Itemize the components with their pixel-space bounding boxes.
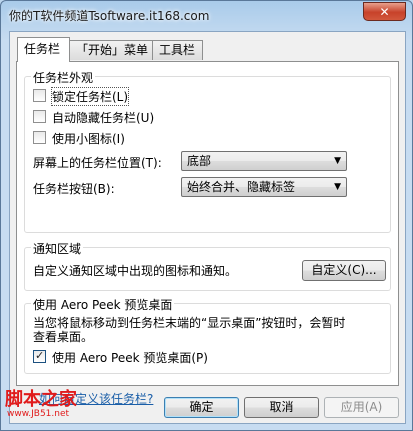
cancel-button[interactable]: 取消 — [244, 397, 319, 418]
taskbar-buttons-select[interactable]: 始终合并、隐藏标签 ▼ — [181, 177, 347, 197]
customize-button[interactable]: 自定义(C)... — [302, 260, 386, 281]
window-title: 你的T软件频道Tsoftware.it168.com — [9, 9, 210, 23]
aero-peek-label[interactable]: 使用 Aero Peek 预览桌面(P) — [52, 349, 208, 366]
dialog-client-area: 任务栏 「开始」菜单 工具栏 任务栏外观 锁定任务栏(L) 自动隐藏任务栏(U)… — [9, 31, 406, 424]
tab-toolbars-label: 工具栏 — [159, 43, 196, 57]
watermark-logo: 脚本之家 — [5, 389, 77, 410]
auto-hide-label[interactable]: 自动隐藏任务栏(U) — [52, 109, 154, 126]
apply-button[interactable]: 应用(A) — [324, 397, 399, 418]
taskbar-appearance-group: 任务栏外观 锁定任务栏(L) 自动隐藏任务栏(U) 使用小图标(I) 屏幕上的任… — [24, 69, 391, 233]
location-label: 屏幕上的任务栏位置(T): — [33, 156, 162, 170]
taskbar-location-value: 底部 — [187, 154, 212, 168]
lock-taskbar-label[interactable]: 锁定任务栏(L) — [50, 87, 130, 106]
taskbar-buttons-label: 任务栏按钮(B): — [33, 182, 115, 196]
auto-hide-checkbox[interactable] — [33, 110, 46, 123]
group-title-aero-peek: 使用 Aero Peek 预览桌面 — [31, 296, 175, 313]
small-icons-label[interactable]: 使用小图标(I) — [52, 130, 125, 147]
notification-description: 自定义通知区域中出现的图标和通知。 — [33, 264, 238, 278]
apply-button-label: 应用(A) — [340, 400, 383, 414]
taskbar-location-select[interactable]: 底部 ▼ — [181, 151, 347, 171]
tab-taskbar-label: 任务栏 — [24, 42, 61, 56]
watermark-url: www.JB51.net — [7, 409, 70, 419]
taskbar-buttons-value: 始终合并、隐藏标签 — [187, 180, 296, 194]
group-title-appearance: 任务栏外观 — [31, 69, 96, 86]
ok-button[interactable]: 确定 — [164, 397, 239, 418]
tab-taskbar[interactable]: 任务栏 — [17, 37, 70, 62]
chevron-down-icon: ▼ — [334, 182, 341, 192]
aero-peek-description-line2: 查看桌面。 — [33, 330, 94, 344]
tab-start-menu-label: 「开始」菜单 — [76, 43, 149, 57]
ok-button-label: 确定 — [189, 400, 214, 414]
close-button[interactable]: ✕ — [363, 2, 406, 21]
cancel-button-label: 取消 — [269, 400, 294, 414]
small-icons-checkbox[interactable] — [33, 131, 46, 144]
tab-start-menu[interactable]: 「开始」菜单 — [69, 40, 153, 60]
aero-peek-group: 使用 Aero Peek 预览桌面 当您将鼠标移动到任务栏末端的“显示桌面”按钮… — [24, 296, 391, 374]
taskbar-tab-panel: 任务栏外观 锁定任务栏(L) 自动隐藏任务栏(U) 使用小图标(I) 屏幕上的任… — [16, 61, 399, 406]
close-icon: ✕ — [379, 5, 390, 19]
lock-taskbar-checkbox[interactable] — [33, 89, 46, 102]
notification-area-group: 通知区域 自定义通知区域中出现的图标和通知。 自定义(C)... — [24, 240, 391, 291]
tab-toolbars[interactable]: 工具栏 — [152, 40, 203, 60]
group-title-notification: 通知区域 — [31, 240, 84, 257]
aero-peek-checkbox[interactable] — [33, 349, 46, 363]
chevron-down-icon: ▼ — [334, 156, 341, 166]
taskbar-properties-window: 你的T软件频道Tsoftware.it168.com ✕ 任务栏 「开始」菜单 … — [0, 0, 413, 431]
customize-button-label: 自定义(C)... — [311, 263, 377, 277]
title-bar[interactable]: 你的T软件频道Tsoftware.it168.com ✕ — [1, 1, 412, 31]
